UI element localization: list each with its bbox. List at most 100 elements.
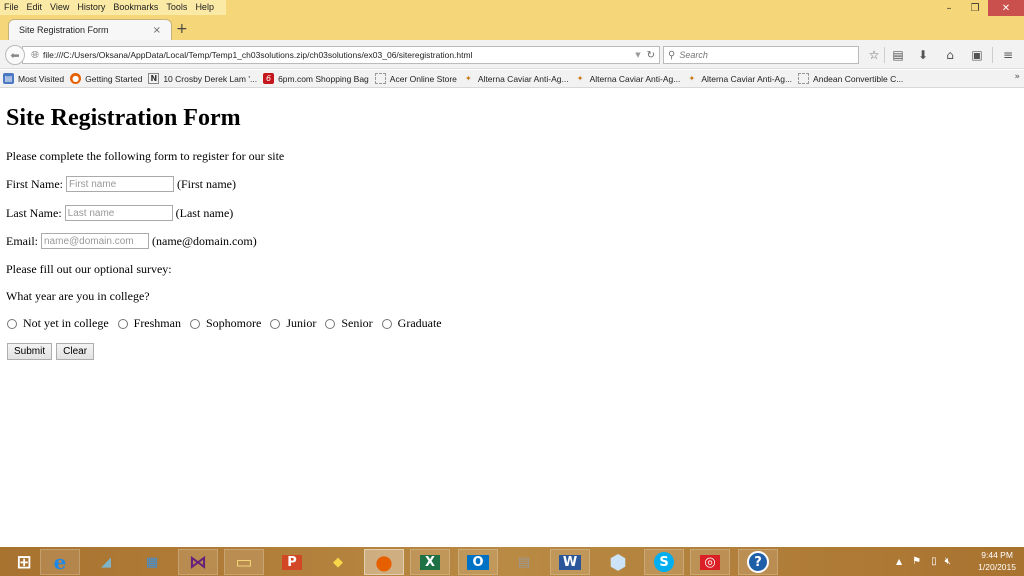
clear-button[interactable]: Clear	[56, 343, 95, 360]
downloads-icon[interactable]: ⬇	[915, 48, 931, 62]
radio-button[interactable]	[189, 318, 200, 329]
new-tab-button[interactable]: +	[176, 21, 188, 37]
survey-intro-label: Please fill out our optional survey:	[6, 262, 172, 276]
menu-bar: File Edit View History Bookmarks Tools H…	[0, 0, 226, 15]
email-label: Email:	[6, 233, 38, 248]
help-icon: ?	[747, 551, 769, 573]
menu-view[interactable]: View	[50, 0, 69, 15]
tab-site-registration[interactable]: Site Registration Form ×	[8, 19, 172, 40]
tab-title: Site Registration Form	[19, 25, 109, 35]
bookmark-crosby-derek-lam[interactable]: N 10 Crosby Derek Lam '...	[148, 73, 257, 84]
home-icon[interactable]: ⌂	[942, 48, 958, 62]
taskbar-visual-studio[interactable]: ⋈	[178, 549, 218, 575]
taskbar-internet-explorer[interactable]: e	[40, 549, 80, 575]
taskbar-excel[interactable]: X	[410, 549, 450, 575]
radio-not-yet[interactable]: Not yet in college	[4, 316, 109, 331]
virtualbox-icon: ⬢	[609, 550, 627, 574]
skype-icon: S	[654, 552, 674, 572]
menu-edit[interactable]: Edit	[27, 0, 43, 15]
bookmarks-overflow-icon[interactable]: »	[1014, 72, 1020, 82]
search-icon: ⚲	[668, 49, 676, 61]
bookmark-label: Alterna Caviar Anti-Ag...	[701, 73, 793, 84]
form-buttons: Submit Clear	[7, 343, 98, 360]
reload-icon[interactable]: ↻	[647, 50, 655, 61]
firefox-icon: ●	[375, 550, 393, 574]
bookmark-6pm[interactable]: 6 6pm.com Shopping Bag	[263, 73, 369, 84]
radio-sophomore[interactable]: Sophomore	[187, 316, 261, 331]
radio-junior[interactable]: Junior	[267, 316, 316, 331]
screenshot-icon[interactable]: ▣	[969, 48, 985, 62]
show-hidden-icons-icon[interactable]: ▲	[896, 557, 902, 566]
clock-date: 1/20/2015	[978, 562, 1016, 572]
volume-muted-icon[interactable]: 🔇︎	[945, 556, 951, 567]
blank-page-icon	[798, 73, 810, 84]
bookmark-getting-started[interactable]: ● Getting Started	[70, 73, 142, 84]
bookmark-andean[interactable]: Andean Convertible C...	[798, 73, 903, 84]
start-button[interactable]: ⊞	[4, 549, 44, 575]
radio-button[interactable]	[270, 318, 281, 329]
taskbar-notepad[interactable]: ◢	[86, 549, 126, 575]
bookmark-alterna-3[interactable]: ✦ Alterna Caviar Anti-Ag...	[686, 73, 792, 84]
action-center-flag-icon[interactable]: ⚑	[912, 556, 921, 567]
history-dropdown-icon[interactable]: ▼	[635, 51, 640, 59]
radio-button[interactable]	[117, 318, 128, 329]
outlook-icon: O	[467, 554, 489, 570]
survey-intro: Please fill out our optional survey:	[6, 262, 172, 277]
taskbar-help[interactable]: ?	[738, 549, 778, 575]
minimize-button[interactable]: –	[936, 0, 962, 16]
menu-icon[interactable]: ≡	[1000, 48, 1016, 62]
taskbar-sticky-notes[interactable]: ◆	[318, 549, 358, 575]
taskbar-firewall[interactable]: ▤	[504, 549, 544, 575]
radio-button[interactable]	[325, 318, 336, 329]
menu-file[interactable]: File	[4, 0, 19, 15]
notepad-icon: ◢	[101, 554, 111, 570]
bookmark-acer[interactable]: Acer Online Store	[374, 73, 457, 84]
radio-label: Graduate	[397, 316, 442, 330]
radio-graduate[interactable]: Graduate	[379, 316, 442, 331]
window-controls: – ❐ ✕	[936, 0, 1024, 16]
taskbar-virtualbox[interactable]: ⬢	[598, 549, 638, 575]
reading-list-icon[interactable]: ▤	[890, 48, 906, 62]
submit-button[interactable]: Submit	[7, 343, 53, 360]
menu-history[interactable]: History	[77, 0, 105, 15]
taskbar-powerpoint[interactable]: P	[272, 549, 312, 575]
battery-icon[interactable]: ▯	[931, 556, 937, 567]
bookmark-most-visited[interactable]: ▤ Most Visited	[3, 73, 64, 84]
radio-button[interactable]	[7, 318, 17, 329]
url-text[interactable]: file:///C:/Users/Oksana/AppData/Local/Te…	[43, 50, 635, 60]
taskbar-control-panel[interactable]: ▦	[132, 549, 172, 575]
restore-button[interactable]: ❐	[962, 0, 988, 16]
bookmark-star-icon[interactable]: ☆	[866, 48, 882, 62]
search-box[interactable]: ⚲	[663, 46, 859, 64]
menu-tools[interactable]: Tools	[166, 0, 187, 15]
last-name-label: Last Name:	[6, 205, 62, 220]
visual-studio-icon: ⋈	[189, 551, 207, 573]
first-name-input[interactable]	[66, 176, 174, 192]
taskbar-outlook[interactable]: O	[458, 549, 498, 575]
taskbar-firefox[interactable]: ●	[364, 549, 404, 575]
menu-bookmarks[interactable]: Bookmarks	[113, 0, 158, 15]
close-window-button[interactable]: ✕	[988, 0, 1024, 16]
back-button[interactable]: ⬅	[5, 45, 25, 65]
taskbar-word[interactable]: W	[550, 549, 590, 575]
address-bar[interactable]: 🌐︎ file:///C:/Users/Oksana/AppData/Local…	[22, 46, 660, 64]
taskbar-creative-cloud[interactable]: ◎	[690, 549, 730, 575]
last-name-input[interactable]	[64, 205, 173, 221]
bookmark-alterna-2[interactable]: ✦ Alterna Caviar Anti-Ag...	[575, 73, 681, 84]
email-input[interactable]	[41, 233, 149, 249]
bookmark-alterna-1[interactable]: ✦ Alterna Caviar Anti-Ag...	[463, 73, 569, 84]
toolbar-divider	[992, 47, 993, 63]
search-input[interactable]	[679, 50, 850, 60]
close-icon: ✕	[1001, 2, 1011, 14]
radio-senior[interactable]: Senior	[322, 316, 373, 331]
tab-close-icon[interactable]: ×	[153, 25, 161, 36]
clock[interactable]: 9:44 PM 1/20/2015	[978, 549, 1016, 573]
radio-freshman[interactable]: Freshman	[115, 316, 181, 331]
taskbar-skype[interactable]: S	[644, 549, 684, 575]
screen: File Edit View History Bookmarks Tools H…	[0, 0, 1024, 576]
radio-label: Senior	[341, 316, 373, 330]
radio-button[interactable]	[381, 318, 392, 329]
back-arrow-icon: ⬅	[10, 48, 20, 62]
taskbar-file-explorer[interactable]: ▭	[224, 549, 264, 575]
menu-help[interactable]: Help	[195, 0, 214, 15]
